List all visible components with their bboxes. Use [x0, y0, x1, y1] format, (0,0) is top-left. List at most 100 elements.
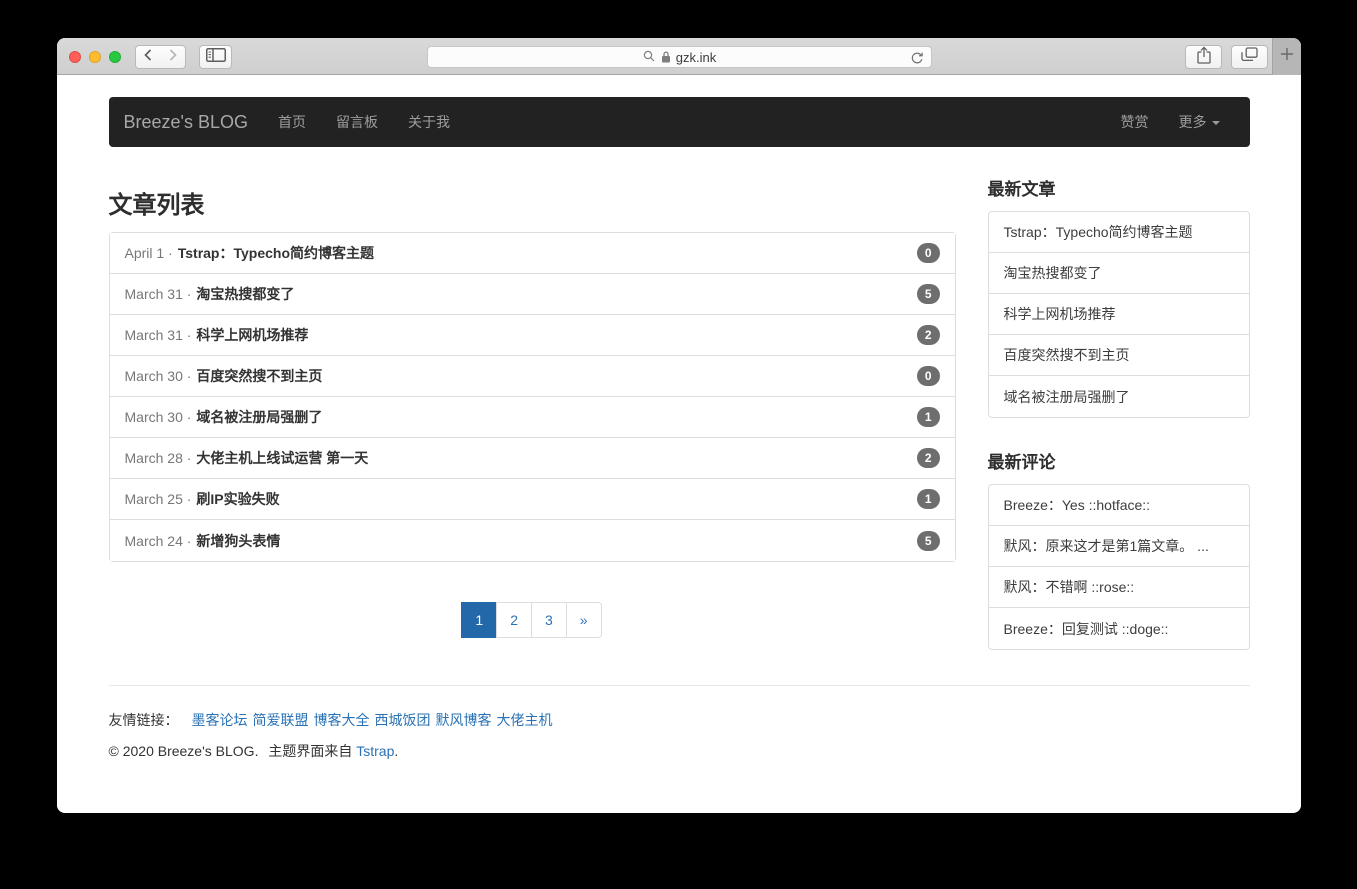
article-date: March 28 ·: [125, 450, 192, 466]
tabs-icon: [1241, 47, 1258, 67]
address-bar[interactable]: gzk.ink: [427, 46, 932, 68]
article-date: March 30 ·: [125, 409, 192, 425]
latest-post-item[interactable]: 百度突然搜不到主页: [989, 335, 1249, 376]
article-title: 大佬主机上线试运营 第一天: [196, 448, 368, 468]
latest-comment-item[interactable]: Breeze：回复测试 ::doge::: [989, 608, 1249, 649]
chevron-left-icon: [144, 48, 152, 66]
latest-comment-item[interactable]: Breeze：Yes ::hotface::: [989, 485, 1249, 526]
article-row[interactable]: March 31 · 科学上网机场推荐 2: [110, 315, 955, 356]
show-all-tabs-button[interactable]: [1231, 45, 1268, 69]
latest-comment-item[interactable]: 默风：原来这才是第1篇文章。 ...: [989, 526, 1249, 567]
comment-count-badge: 5: [917, 284, 940, 304]
article-date: April 1 ·: [125, 245, 173, 261]
comment-count-badge: 2: [917, 448, 940, 468]
sidebar: 最新文章 Tstrap：Typecho简约博客主题淘宝热搜都变了科学上网机场推荐…: [988, 147, 1250, 650]
url-text: gzk.ink: [676, 50, 716, 65]
article-title: 刷IP实验失败: [196, 489, 279, 509]
caret-down-icon: [1212, 121, 1220, 125]
copyright-text: © 2020 Breeze's BLOG.: [109, 743, 259, 759]
pagination: 123»: [109, 602, 956, 638]
chevron-right-icon: [169, 48, 177, 66]
article-date: March 30 ·: [125, 368, 192, 384]
pagination-item[interactable]: 2: [496, 602, 532, 638]
friend-link[interactable]: 墨客论坛: [192, 712, 248, 728]
browser-window: gzk.ink: [57, 38, 1301, 813]
page-content: Breeze's BLOG 首页留言板关于我 赞赏 更多 文章列表 April …: [57, 75, 1301, 812]
search-icon: [643, 50, 655, 65]
reload-button[interactable]: [910, 51, 924, 65]
article-row[interactable]: March 28 · 大佬主机上线试运营 第一天 2: [110, 438, 955, 479]
latest-comment-item[interactable]: 默风：不错啊 ::rose::: [989, 567, 1249, 608]
article-row[interactable]: March 31 · 淘宝热搜都变了 5: [110, 274, 955, 315]
comment-count-badge: 1: [917, 407, 940, 427]
share-button[interactable]: [1185, 45, 1222, 69]
sidebar-toggle-button[interactable]: [199, 45, 232, 69]
share-icon: [1197, 46, 1211, 69]
zoom-window-button[interactable]: [109, 51, 121, 63]
article-date: March 24 ·: [125, 533, 192, 549]
plus-icon: [1280, 47, 1294, 66]
new-tab-button[interactable]: [1272, 38, 1301, 75]
pagination-item[interactable]: 1: [461, 602, 497, 638]
theme-credit-link[interactable]: Tstrap: [356, 743, 394, 759]
article-date: March 25 ·: [125, 491, 192, 507]
pagination-item[interactable]: 3: [531, 602, 567, 638]
article-title: 新增狗头表情: [196, 531, 280, 551]
article-row[interactable]: March 30 · 域名被注册局强删了 1: [110, 397, 955, 438]
nav-link-donate[interactable]: 赞赏: [1106, 97, 1164, 147]
browser-toolbar: gzk.ink: [57, 38, 1301, 75]
article-list-section: 文章列表 April 1 · Tstrap：Typecho简约博客主题 0 Ma…: [109, 147, 956, 650]
article-row[interactable]: March 30 · 百度突然搜不到主页 0: [110, 356, 955, 397]
latest-posts-title: 最新文章: [988, 175, 1250, 200]
article-list: April 1 · Tstrap：Typecho简约博客主题 0 March 3…: [109, 232, 956, 562]
nav-link[interactable]: 留言板: [321, 97, 393, 147]
site-navbar: Breeze's BLOG 首页留言板关于我 赞赏 更多: [109, 97, 1250, 147]
latest-post-item[interactable]: 域名被注册局强删了: [989, 376, 1249, 417]
article-title: 淘宝热搜都变了: [196, 284, 294, 304]
minimize-window-button[interactable]: [89, 51, 101, 63]
friend-links-label: 友情链接：: [109, 712, 179, 728]
comment-count-badge: 0: [917, 366, 940, 386]
comment-count-badge: 5: [917, 531, 940, 551]
comment-count-badge: 1: [917, 489, 940, 509]
friend-links-row: 友情链接： 墨客论坛简爱联盟博客大全西城饭团默风博客大佬主机: [109, 710, 1250, 730]
latest-comments-title: 最新评论: [988, 448, 1250, 473]
article-row[interactable]: March 24 · 新增狗头表情 5: [110, 520, 955, 561]
latest-comments-list: Breeze：Yes ::hotface::默风：原来这才是第1篇文章。 ...…: [988, 484, 1250, 650]
site-brand[interactable]: Breeze's BLOG: [109, 112, 264, 133]
nav-link[interactable]: 关于我: [393, 97, 465, 147]
article-date: March 31 ·: [125, 286, 192, 302]
article-row[interactable]: April 1 · Tstrap：Typecho简约博客主题 0: [110, 233, 955, 274]
pagination-item[interactable]: »: [566, 602, 602, 638]
friend-link[interactable]: 西城饭团: [375, 712, 431, 728]
friend-link[interactable]: 默风博客: [436, 712, 492, 728]
article-title: 域名被注册局强删了: [196, 407, 322, 427]
nav-link-more-dropdown[interactable]: 更多: [1164, 97, 1235, 147]
forward-button[interactable]: [160, 45, 186, 69]
comment-count-badge: 2: [917, 325, 940, 345]
latest-post-item[interactable]: Tstrap：Typecho简约博客主题: [989, 212, 1249, 253]
back-button[interactable]: [135, 45, 161, 69]
article-title: 科学上网机场推荐: [196, 325, 308, 345]
footer-divider: [109, 685, 1250, 686]
friend-link[interactable]: 简爱联盟: [253, 712, 309, 728]
comment-count-badge: 0: [917, 243, 940, 263]
latest-posts-list: Tstrap：Typecho简约博客主题淘宝热搜都变了科学上网机场推荐百度突然搜…: [988, 211, 1250, 418]
friend-link[interactable]: 博客大全: [314, 712, 370, 728]
nav-link[interactable]: 首页: [263, 97, 321, 147]
page-title: 文章列表: [109, 185, 956, 220]
lock-icon: [661, 51, 671, 63]
article-date: March 31 ·: [125, 327, 192, 343]
article-title: Tstrap：Typecho简约博客主题: [178, 243, 374, 263]
latest-post-item[interactable]: 淘宝热搜都变了: [989, 253, 1249, 294]
copyright-row: © 2020 Breeze's BLOG. 主题界面来自 Tstrap.: [109, 741, 1250, 812]
theme-credit-text: 主题界面来自: [268, 743, 352, 759]
latest-post-item[interactable]: 科学上网机场推荐: [989, 294, 1249, 335]
nav-links: 首页留言板关于我: [263, 97, 465, 147]
close-window-button[interactable]: [69, 51, 81, 63]
nav-right: 赞赏 更多: [1106, 97, 1235, 147]
article-row[interactable]: March 25 · 刷IP实验失败 1: [110, 479, 955, 520]
friend-link[interactable]: 大佬主机: [497, 712, 553, 728]
article-title: 百度突然搜不到主页: [196, 366, 322, 386]
sidebar-icon: [206, 48, 226, 67]
